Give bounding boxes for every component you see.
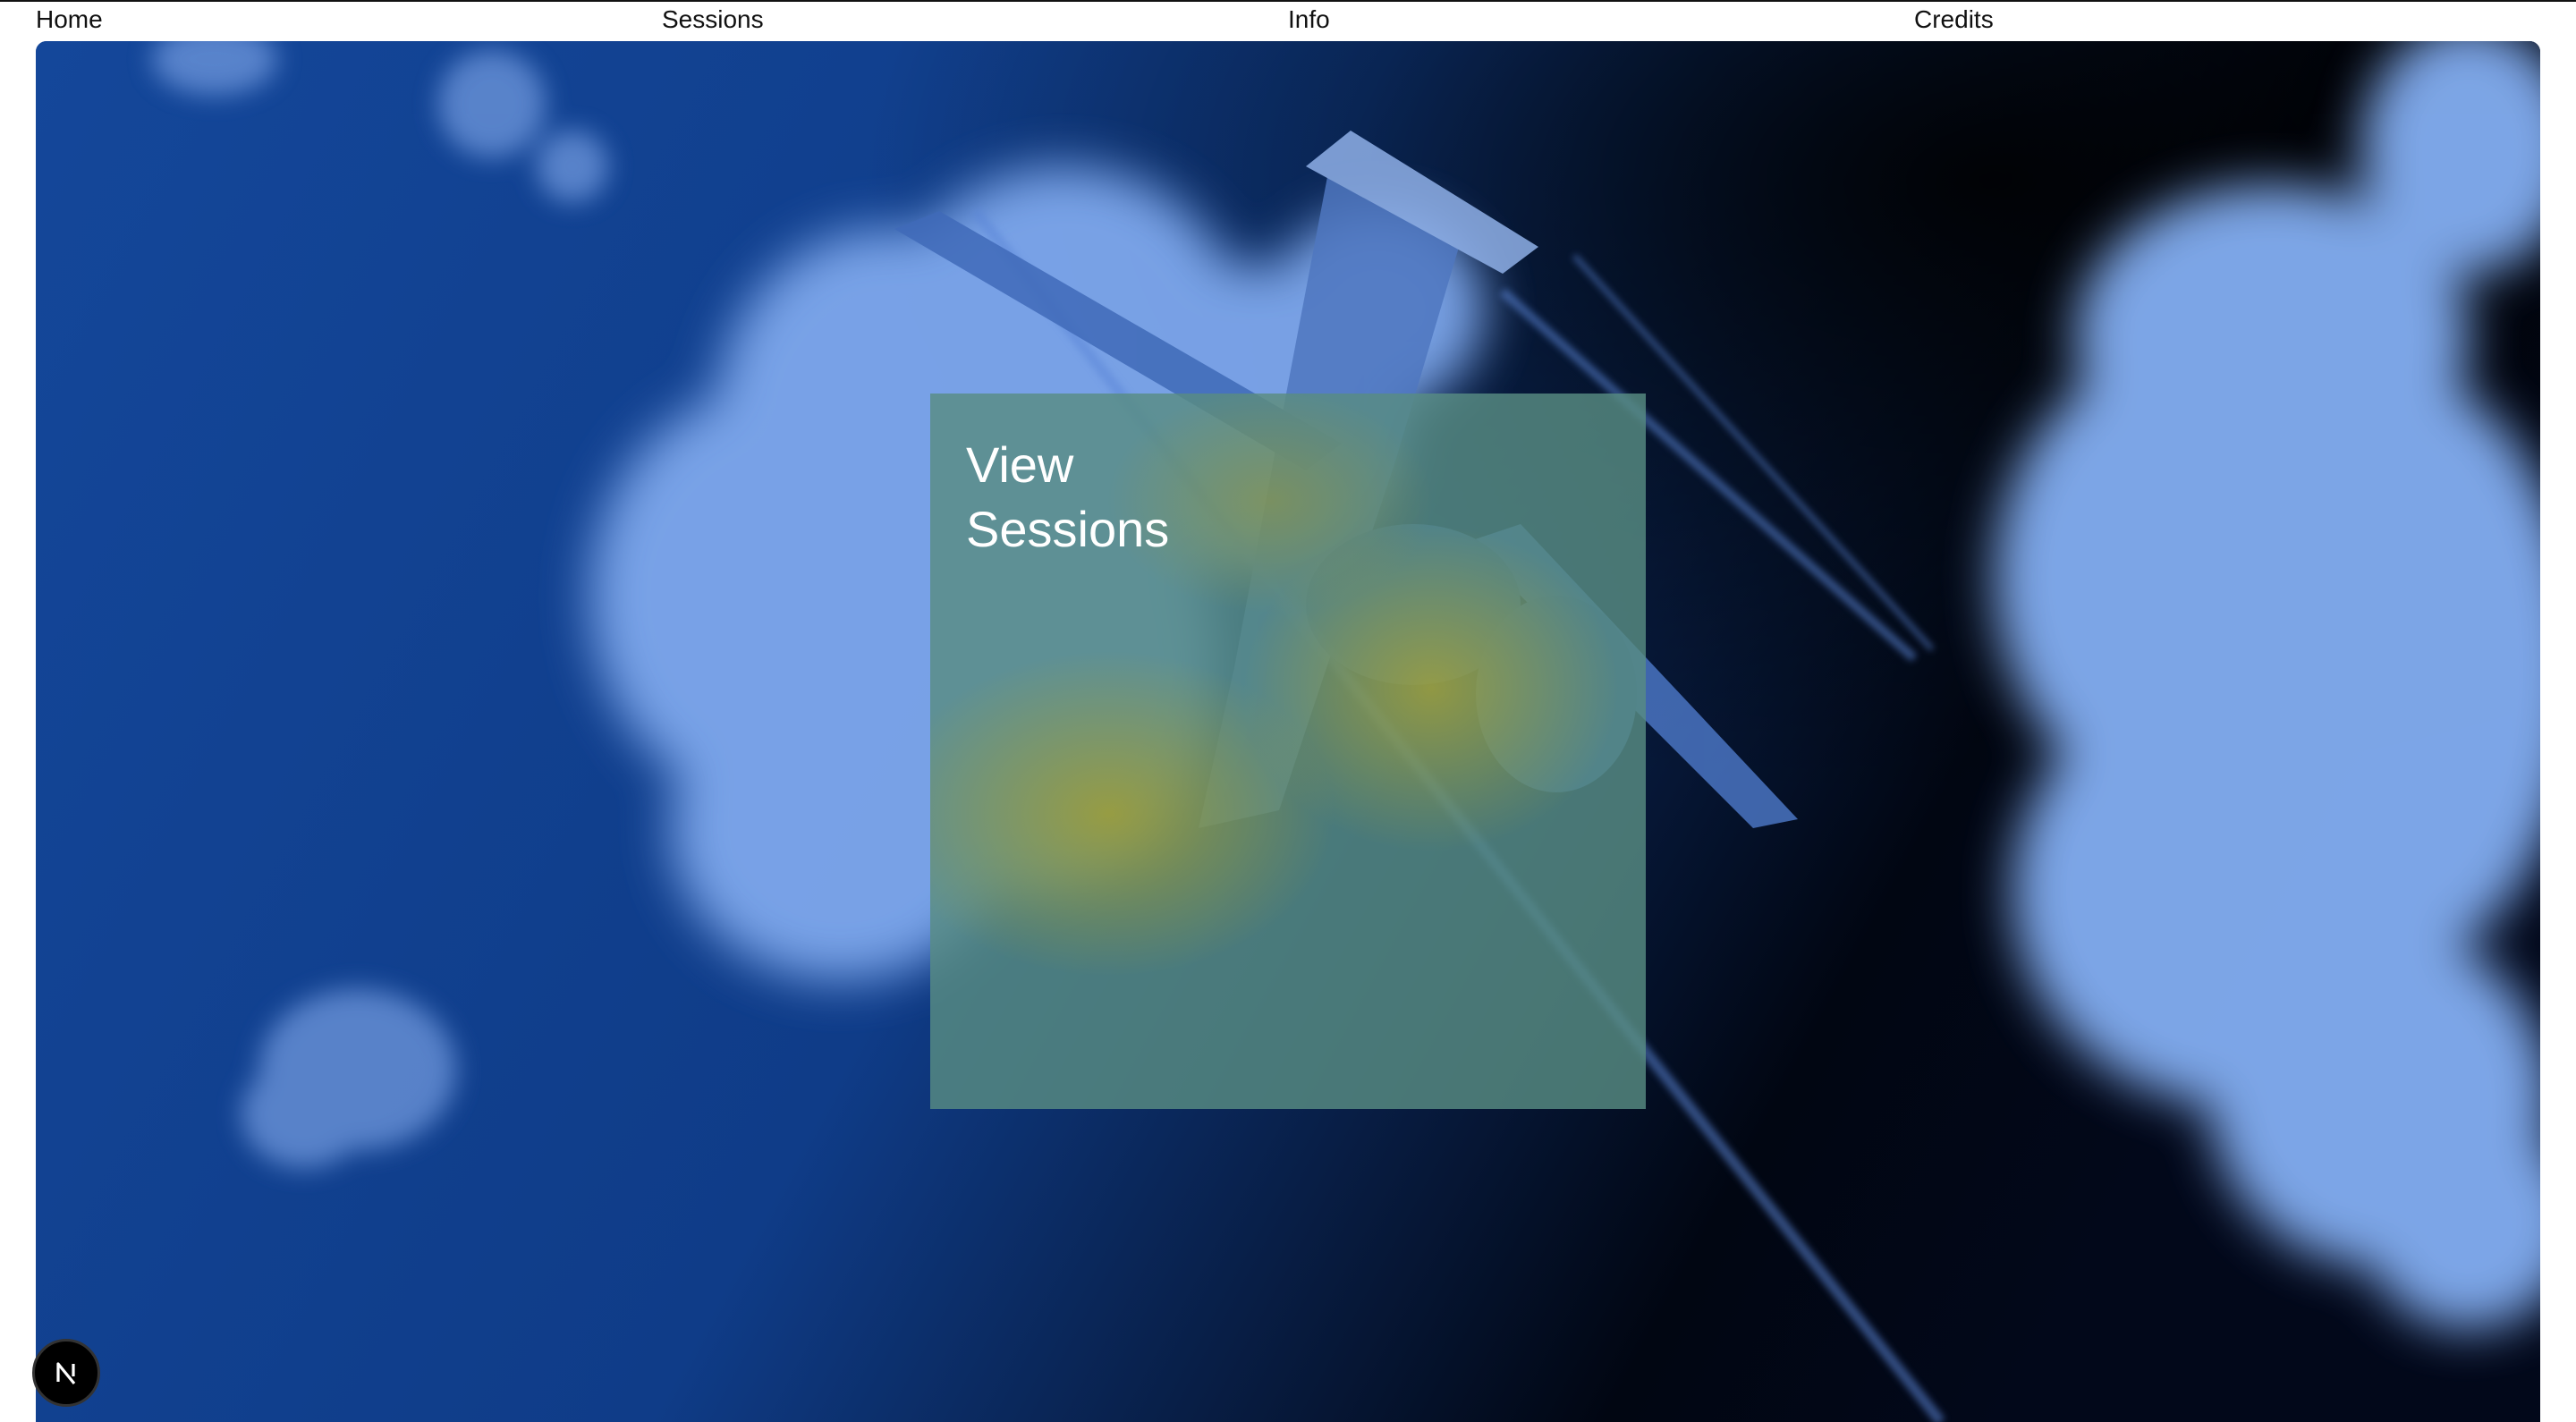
- nextjs-devtools-button[interactable]: [32, 1339, 100, 1407]
- view-sessions-card[interactable]: View Sessions: [930, 394, 1646, 1109]
- nav-link-credits[interactable]: Credits: [1914, 5, 1994, 34]
- card-title-line-2: Sessions: [966, 501, 1170, 557]
- hero-background: View Sessions: [36, 41, 2540, 1422]
- nav-link-home[interactable]: Home: [36, 5, 103, 34]
- nav-link-sessions[interactable]: Sessions: [662, 5, 764, 34]
- card-title-line-1: View: [966, 436, 1074, 493]
- nav-link-info[interactable]: Info: [1288, 5, 1330, 34]
- top-navigation: Home Sessions Info Credits: [0, 0, 2576, 39]
- view-sessions-title: View Sessions: [966, 433, 1413, 562]
- nextjs-n-icon: [56, 1362, 76, 1385]
